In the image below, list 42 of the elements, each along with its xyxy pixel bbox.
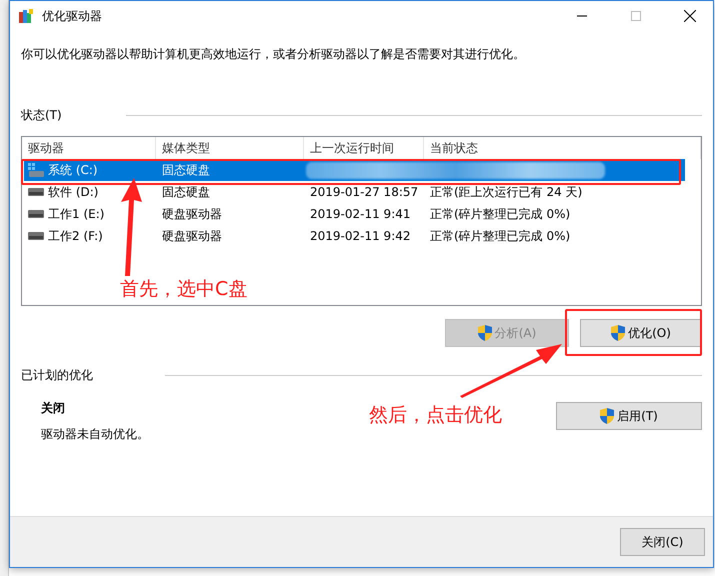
close-icon <box>684 10 696 22</box>
last-run-time: 2019-01-27 18:57 <box>310 185 418 199</box>
media-type: 硬盘驱动器 <box>162 228 222 244</box>
window-title: 优化驱动器 <box>42 8 103 24</box>
section-label: 状态(T) <box>21 107 62 124</box>
shield-icon <box>611 325 626 341</box>
column-header[interactable]: 驱动器 <box>22 137 156 159</box>
shield-icon <box>478 325 492 341</box>
drive-name: 软件 (D:) <box>48 184 98 200</box>
drive-row[interactable]: 工作2 (F:) 硬盘驱动器 2019-02-11 9:42 正常(碎片整理已完成 0%) <box>24 225 685 247</box>
close-dialog-button[interactable]: 关闭(C) <box>620 528 705 556</box>
drive-name: 工作2 (F:) <box>48 228 103 244</box>
optimize-button[interactable]: 优化(O) <box>580 319 702 347</box>
column-header[interactable]: 上一次运行时间 <box>304 137 424 159</box>
column-header[interactable]: 媒体类型 <box>156 137 304 159</box>
media-type: 固态硬盘 <box>162 184 210 200</box>
drive-row[interactable]: 软件 (D:) 固态硬盘 2019-01-27 18:57 正常(距上次运行已有 24 天) <box>24 181 685 203</box>
media-type: 硬盘驱动器 <box>162 206 222 222</box>
schedule-note: 驱动器未自动优化。 <box>41 426 149 443</box>
enable-button[interactable]: 启用(T) <box>556 402 702 430</box>
drive-row[interactable]: 系统 (C:) 固态硬盘 <box>24 159 685 181</box>
drive-icon <box>28 210 44 218</box>
drive-row[interactable]: 工作1 (E:) 硬盘驱动器 2019-02-11 9:41 正常(碎片整理已完成 0%) <box>24 203 685 225</box>
defrag-app-icon <box>18 8 34 24</box>
annotation-text: 然后，点击优化 <box>369 403 502 428</box>
system-drive-icon <box>28 163 44 177</box>
last-run-time: 2019-02-11 9:41 <box>310 207 410 221</box>
drive-name: 系统 (C:) <box>48 162 98 178</box>
drive-icon <box>28 232 44 240</box>
media-type: 固态硬盘 <box>162 162 210 178</box>
section-label: 已计划的优化 <box>21 367 93 384</box>
drive-name: 工作1 (E:) <box>48 206 104 222</box>
drive-status: 正常(距上次运行已有 24 天) <box>430 184 582 200</box>
drive-status: 正常(碎片整理已完成 0%) <box>430 228 570 244</box>
schedule-state: 关闭 <box>41 400 66 417</box>
annotation-text: 首先，选中C盘 <box>120 277 248 302</box>
drive-status: 正常(碎片整理已完成 0%) <box>430 206 570 222</box>
maximize-icon <box>631 11 641 21</box>
description-text: 你可以优化驱动器以帮助计算机更高效地运行，或者分析驱动器以了解是否需要对其进行优化。 <box>21 46 526 63</box>
last-run-time: 2019-02-11 9:42 <box>310 229 410 243</box>
shield-icon <box>600 408 614 424</box>
drive-icon <box>28 188 44 196</box>
